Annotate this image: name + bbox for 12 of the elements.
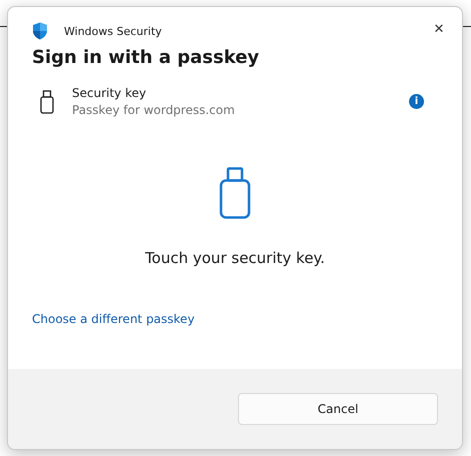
usb-key-icon bbox=[40, 90, 54, 114]
close-button[interactable]: ✕ bbox=[416, 13, 462, 45]
prompt-text: Touch your security key. bbox=[145, 249, 325, 267]
info-button[interactable]: i bbox=[409, 94, 424, 109]
credential-name: Security key bbox=[72, 86, 148, 100]
credential-detail: Passkey for wordpress.com bbox=[72, 103, 236, 117]
shield-icon bbox=[32, 22, 48, 40]
cancel-button[interactable]: Cancel bbox=[238, 393, 438, 425]
window-title: Windows Security bbox=[64, 24, 163, 38]
usb-key-icon bbox=[219, 167, 251, 219]
dialog-heading: Sign in with a passkey bbox=[32, 47, 260, 68]
different-passkey-link[interactable]: Choose a different passkey bbox=[32, 312, 195, 326]
